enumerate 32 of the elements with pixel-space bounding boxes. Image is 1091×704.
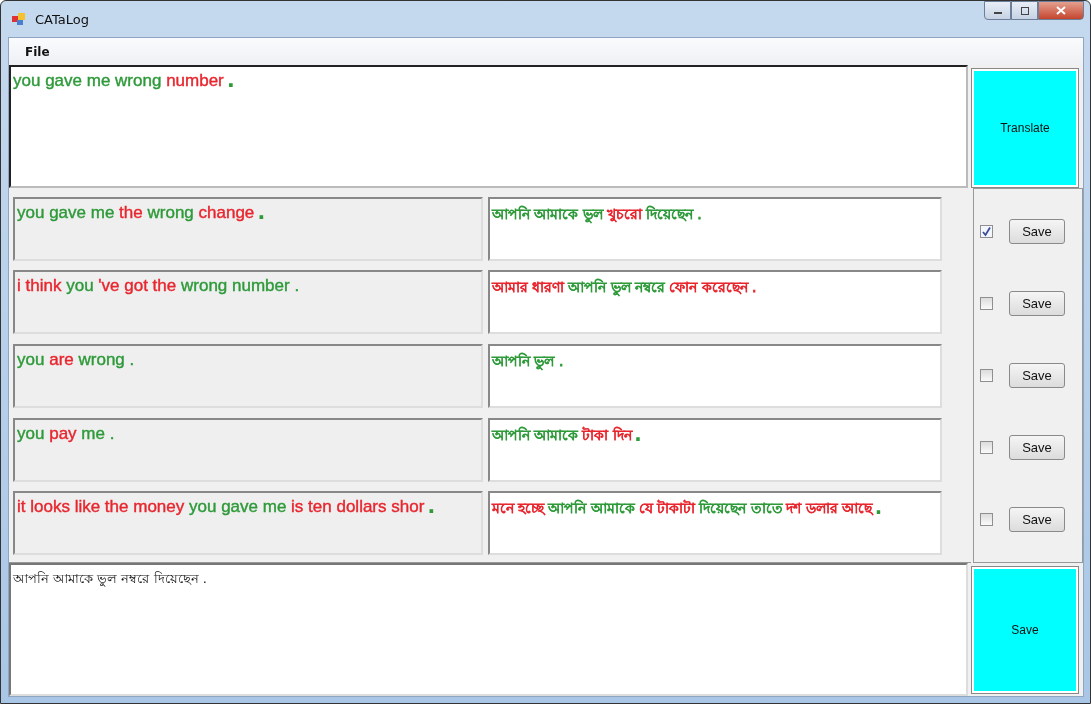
save-button[interactable]: Save [1009, 507, 1065, 533]
translation-field[interactable]: আমার ধারণা আপনি ভুল নম্বরে ফোন করেছেন . [488, 270, 942, 335]
source-sentence: i think you 've got the wrong number . [13, 270, 483, 335]
translation-field[interactable]: মনে হচ্ছে আপনি আমাকে যে টাকাটা দিয়েছেন তাতে দশ ডলার আছে . [488, 491, 942, 556]
translate-button[interactable]: Translate [971, 68, 1079, 188]
save-button[interactable]: Save [1009, 218, 1065, 244]
save-button[interactable]: Save [1009, 362, 1065, 388]
minimize-button[interactable] [984, 1, 1011, 20]
close-button[interactable] [1038, 1, 1084, 20]
translation-field[interactable]: আপনি ভুল . [488, 344, 942, 408]
source-sentence: you pay me . [13, 417, 483, 482]
checkbox[interactable] [980, 296, 993, 310]
source-sentence: it looks like the money you gave me is ten dollars shor . [13, 491, 483, 556]
output-field[interactable]: আপনি আমাকে ভুল নম্বরে দিয়েছেন . [9, 563, 968, 696]
window-title: CATaLog [35, 11, 89, 27]
translation-field[interactable]: আপনি আমাকে টাকা দিন . [488, 417, 942, 482]
maximize-button[interactable] [1011, 1, 1038, 20]
save-button[interactable]: Save [1009, 290, 1065, 316]
app-icon [11, 11, 27, 27]
input-field[interactable]: you gave me wrong number . [9, 65, 968, 188]
save-button[interactable]: Save [971, 566, 1079, 694]
checkbox[interactable] [980, 441, 993, 455]
close-icon [1056, 6, 1066, 15]
save-button[interactable]: Save [1009, 435, 1065, 461]
checkbox[interactable] [980, 513, 993, 527]
translation-field[interactable]: আপনি আমাকে ভুল খুচরো দিয়েছেন . [488, 196, 942, 261]
maximize-icon [1019, 6, 1030, 15]
checkbox[interactable] [980, 368, 993, 382]
source-sentence: you are wrong . [13, 344, 483, 408]
checkbox[interactable] [980, 224, 993, 238]
menu-item[interactable]: File [19, 42, 56, 61]
source-sentence: you gave me the wrong change . [13, 196, 483, 261]
